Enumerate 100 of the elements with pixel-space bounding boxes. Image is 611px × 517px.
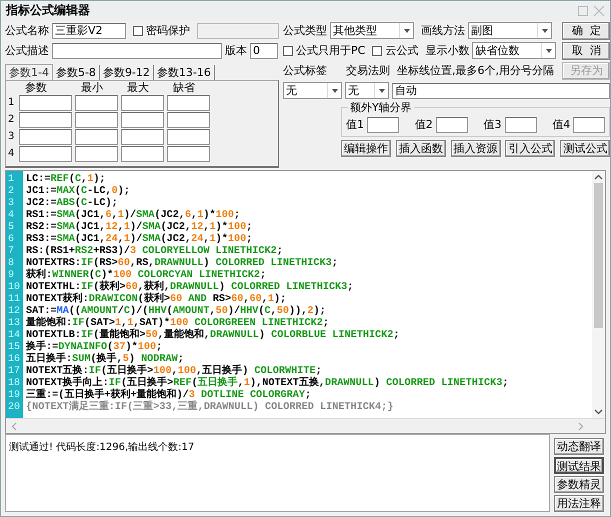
code-line: JC1:=MAX(C-LC,0);	[26, 186, 131, 198]
caret-icon	[542, 28, 548, 33]
field-label: 公式类型	[283, 23, 327, 38]
row-number: 4	[8, 148, 16, 160]
field-label: 值3	[484, 117, 502, 132]
line-number: 14	[7, 330, 22, 342]
input-field[interactable]	[75, 112, 118, 128]
status-text: 测试通过! 代码长度:1296,输出线个数:17	[9, 442, 194, 453]
input-field[interactable]	[75, 128, 118, 145]
input-field[interactable]	[167, 146, 210, 162]
field-label: 公式名称	[5, 23, 49, 38]
tab[interactable]: 参数9-12	[100, 64, 154, 80]
scroll-up-icon[interactable]	[593, 172, 604, 181]
input-field[interactable]	[436, 116, 468, 133]
input-field[interactable]	[504, 116, 537, 133]
input-field[interactable]	[19, 94, 72, 111]
row-number: 1	[8, 97, 16, 108]
code-line: NOTEXT五换:IF(五日换手>100,100,五日换手) COLORWHITE;	[26, 366, 323, 377]
field-label: 版本	[225, 43, 247, 58]
field-label: 画线方法	[421, 23, 465, 38]
code-line: NOTEXT获利:DRAWICON(获利>60 AND RS>60,60,1);	[26, 294, 288, 306]
input-field[interactable]	[121, 128, 164, 145]
field-label: 值1	[346, 117, 364, 132]
toolbar-button[interactable]: 插入资源	[450, 140, 501, 157]
side-button[interactable]: 参数精灵	[554, 476, 604, 493]
input-field[interactable]	[19, 128, 72, 145]
code-line: RS2:=SMA(JC1,12,1)/SMA(JC2,12,1)*100;	[26, 222, 254, 234]
input-field[interactable]	[52, 42, 222, 59]
field-label: 坐标线位置,最多6个,用分号分隔	[397, 63, 554, 78]
vertical-scrollbar[interactable]	[592, 170, 605, 418]
code-line: RS3:=SMA(JC1,24,1)/SMA(JC2,24,1)*100;	[26, 234, 254, 246]
input-field[interactable]	[573, 116, 606, 133]
dialog-button[interactable]: 确 定	[562, 22, 610, 40]
line-number: 3	[7, 198, 16, 210]
side-button[interactable]: 动态翻译	[554, 438, 604, 455]
line-number: 2	[7, 186, 16, 198]
line-number: 6	[7, 234, 16, 246]
checkbox[interactable]: 公式只用于PC	[283, 43, 366, 58]
input-field[interactable]	[197, 22, 279, 39]
code-line: RS:(RS1+RS2+RS3)/3 COLORYELLOW LINETHICK2;	[26, 246, 284, 258]
input-field[interactable]	[167, 94, 210, 111]
column-header: 缺省	[172, 80, 196, 95]
input-field[interactable]	[19, 112, 72, 128]
code-line: NOTEXTRS:IF(RS>60,RS,DRAWNULL) COLORRED LINETHICK3;	[26, 258, 339, 269]
tab[interactable]: 参数5-8	[52, 64, 100, 80]
input-field[interactable]	[75, 94, 118, 111]
code-line: 五日换手:SUM(换手,5) NODRAW;	[26, 354, 185, 365]
input-field[interactable]	[75, 146, 118, 162]
field-label: 公式标签	[283, 63, 328, 78]
code-line: SAT:=MA((AMOUNT/C)/(HHV(AMOUNT,50)/HHV(C,50)),2);	[26, 306, 327, 317]
input-field[interactable]	[167, 128, 210, 145]
dropdown[interactable]: 副图	[468, 22, 552, 40]
group-title: 额外Y轴分界	[348, 100, 414, 115]
line-number: 17	[7, 366, 22, 378]
checkbox[interactable]: 云公式	[372, 43, 418, 58]
field-label: 值4	[552, 117, 570, 132]
line-number: 12	[7, 306, 22, 318]
code-line: 换手:=DYNAINFO(37)*100;	[26, 342, 164, 353]
field-label: 值2	[414, 117, 433, 132]
code-line: JC2:=ABS(C-LC);	[26, 198, 119, 210]
line-number: 7	[7, 246, 16, 258]
checkbox[interactable]: 密码保护	[133, 23, 190, 38]
code-line: RS1:=SMA(JC1,6,1)/SMA(JC2,6,1)*100;	[26, 210, 242, 222]
line-number: 9	[7, 270, 16, 282]
dialog-button[interactable]: 取 消	[562, 42, 610, 60]
line-number: 1	[7, 174, 16, 186]
line-number: 5	[7, 222, 16, 234]
field-label: 公式描述	[5, 43, 49, 58]
code-line: NOTEXT换手向上:IF(五日换手>REF(五日换手,1),NOTEXT五换,DRAWNULL) COLORRED LINETHICK3;	[26, 378, 510, 389]
window-title: 指标公式编辑器	[6, 2, 90, 20]
dropdown[interactable]: 缺省位数	[472, 42, 556, 60]
input-field[interactable]: 自动	[392, 82, 610, 99]
input-field[interactable]	[367, 116, 399, 133]
toolbar-button[interactable]: 引入公式	[505, 140, 556, 157]
caret-icon	[378, 88, 384, 93]
code-line: 获利:WINNER(C)*100 COLORCYAN LINETHICK2;	[26, 270, 268, 281]
input-field[interactable]: 0	[250, 42, 278, 59]
input-field[interactable]	[167, 112, 210, 128]
side-button[interactable]: 用法注释	[554, 495, 604, 512]
input-field[interactable]	[121, 94, 164, 111]
tab[interactable]: 参数1-4	[5, 64, 53, 80]
input-field[interactable]	[19, 146, 72, 162]
dropdown[interactable]: 无	[283, 82, 342, 100]
input-field[interactable]	[121, 112, 164, 128]
code-line: NOTEXTLB:IF(量能饱和>50,量能饱和,DRAWNULL) COLORBLUE LINETHICK2;	[26, 330, 401, 341]
dropdown[interactable]: 无	[345, 82, 389, 100]
tab[interactable]: 参数13-16	[154, 64, 215, 80]
dropdown[interactable]: 其他类型	[330, 22, 414, 40]
input-field[interactable]: 三重影V2	[52, 22, 126, 39]
toolbar-button[interactable]: 插入函数	[396, 140, 446, 157]
field-label: 交易法则	[346, 63, 391, 78]
toolbar-button[interactable]: 测试公式	[560, 140, 610, 157]
scroll-down-icon[interactable]	[593, 408, 604, 416]
line-number: 4	[7, 210, 16, 222]
toolbar-button[interactable]: 编辑操作	[341, 140, 391, 157]
side-button[interactable]: 测试结果	[554, 457, 604, 474]
line-number: 8	[7, 258, 16, 270]
row-number: 2	[8, 114, 16, 126]
input-field[interactable]	[121, 146, 164, 162]
line-number: 20	[7, 402, 22, 414]
